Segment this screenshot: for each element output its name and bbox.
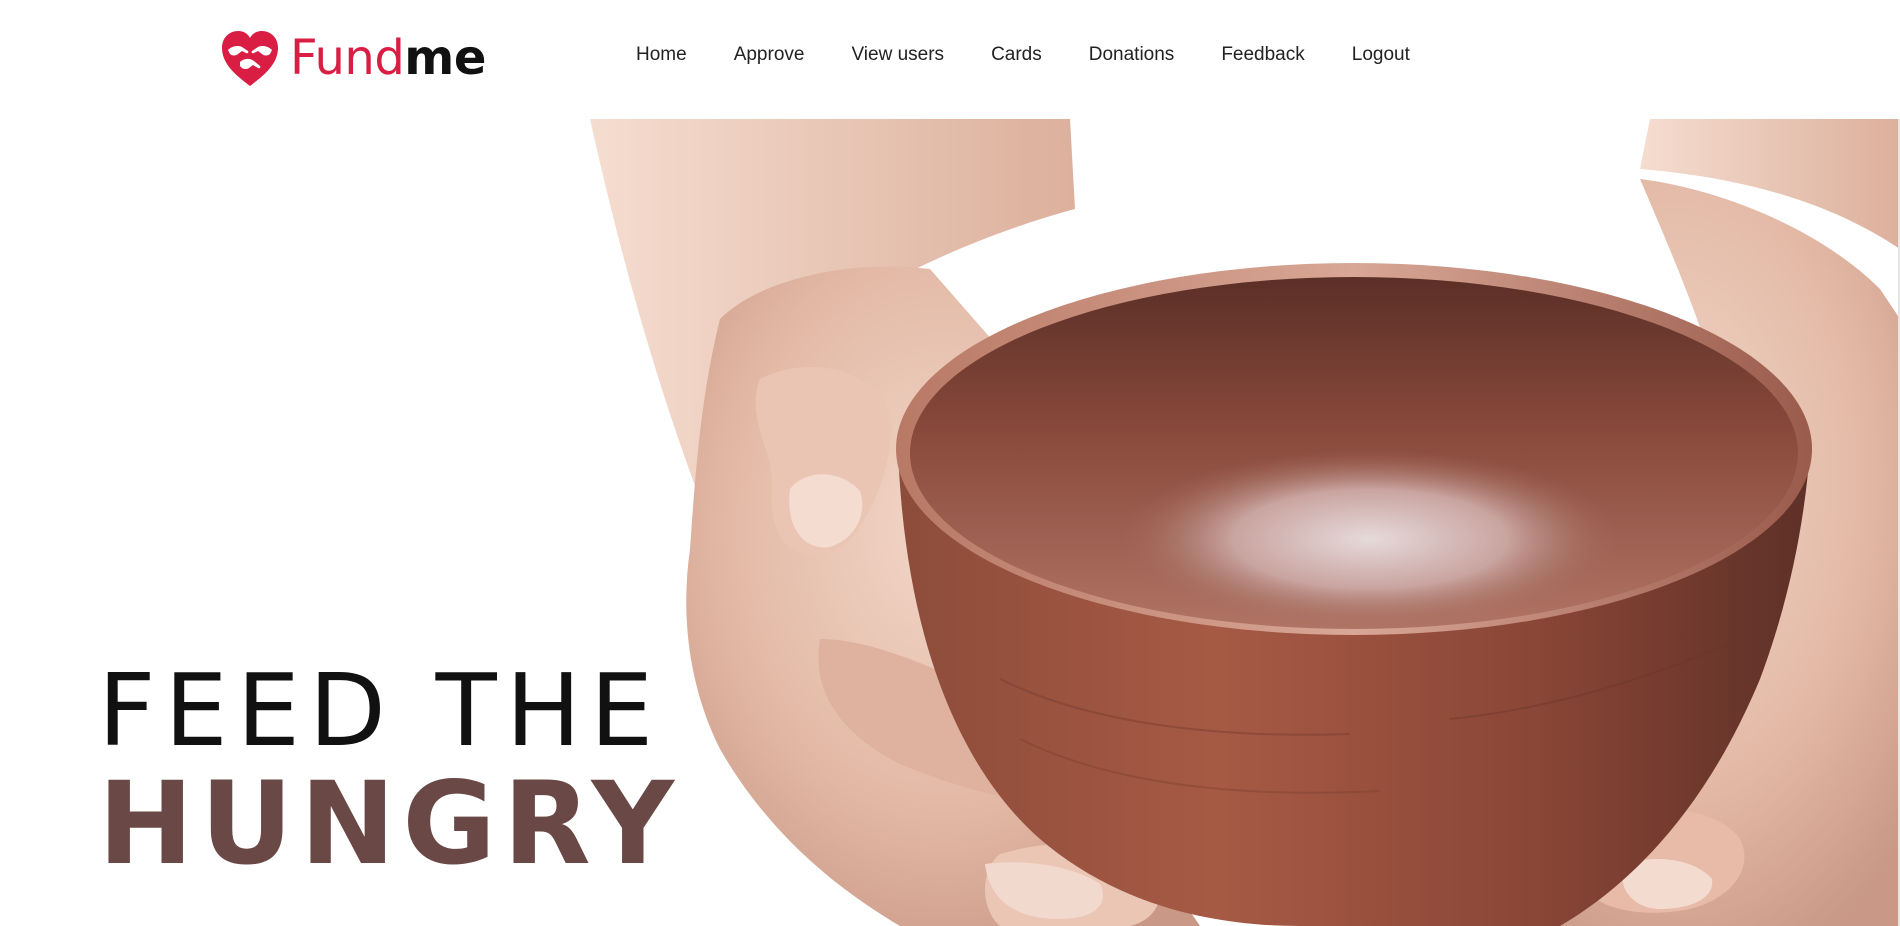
main-nav: Home Approve View users Cards Donations … bbox=[636, 44, 1410, 66]
nav-approve[interactable]: Approve bbox=[734, 44, 805, 66]
nav-feedback[interactable]: Feedback bbox=[1221, 44, 1304, 66]
brand-logo[interactable]: Fundme bbox=[218, 28, 486, 88]
top-navbar: Fundme Home Approve View users Cards Don… bbox=[0, 0, 1900, 119]
nav-cards[interactable]: Cards bbox=[991, 44, 1042, 66]
hero-section: FEED THE HUNGRY bbox=[0, 119, 1900, 926]
heart-hands-icon bbox=[222, 31, 278, 86]
brand-name-part2: me bbox=[404, 30, 486, 86]
brand-name-part1: Fund bbox=[290, 30, 405, 86]
nav-logout[interactable]: Logout bbox=[1352, 44, 1410, 66]
nav-home[interactable]: Home bbox=[636, 44, 687, 66]
brand-name: Fundme bbox=[290, 34, 486, 82]
nav-donations[interactable]: Donations bbox=[1089, 44, 1175, 66]
hero-headline: FEED THE HUNGRY bbox=[98, 661, 681, 881]
page: Fundme Home Approve View users Cards Don… bbox=[0, 0, 1900, 926]
nav-view-users[interactable]: View users bbox=[851, 44, 944, 66]
hero-headline-line1: FEED THE bbox=[98, 652, 663, 769]
hero-headline-line2: HUNGRY bbox=[98, 757, 682, 890]
